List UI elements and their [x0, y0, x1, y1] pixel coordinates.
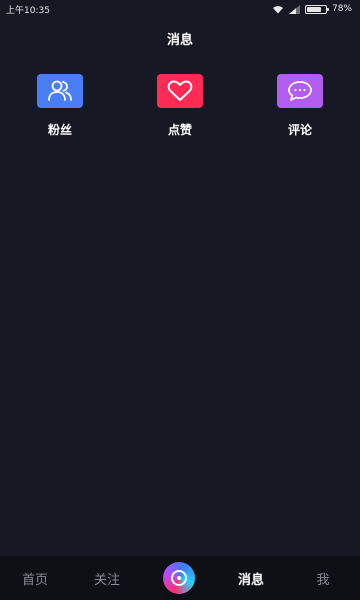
comments-label: 评论: [287, 123, 312, 137]
tab-messages-label: 消息: [237, 572, 264, 588]
camera-button[interactable]: [163, 562, 195, 594]
status-time: 上午10:35: [6, 5, 50, 16]
camera-icon: [171, 570, 187, 586]
tab-following-label: 关注: [93, 572, 120, 588]
likes-label: 点赞: [167, 123, 192, 137]
battery-level: [306, 6, 322, 12]
status-bar: 上午10:35 78%: [0, 0, 360, 18]
signal-icon: [288, 4, 300, 14]
bottom-tab-bar: 首页 关注 消息 我: [0, 556, 360, 600]
page-title: 消息: [166, 32, 193, 48]
tab-me-label: 我: [316, 572, 330, 588]
message-categories: 粉丝 点赞 评论: [0, 74, 360, 144]
battery-icon: [304, 4, 329, 14]
header: 消息: [0, 18, 360, 58]
camera-dot: [177, 576, 181, 580]
tab-home-label: 首页: [21, 572, 48, 588]
tab-home[interactable]: 首页: [10, 556, 60, 600]
heart-icon: [157, 74, 203, 108]
tab-messages[interactable]: 消息: [226, 556, 276, 600]
fans-entry[interactable]: 粉丝: [20, 74, 100, 138]
comment-icon: [277, 74, 323, 108]
fans-icon: [37, 74, 83, 108]
wifi-icon: [272, 5, 283, 13]
likes-entry[interactable]: 点赞: [140, 74, 220, 138]
comments-entry[interactable]: 评论: [260, 74, 340, 138]
battery-percent: 78%: [331, 4, 352, 14]
status-indicators: 78%: [272, 4, 352, 14]
fans-label: 粉丝: [47, 123, 72, 137]
tab-me[interactable]: 我: [303, 556, 343, 600]
tab-following[interactable]: 关注: [82, 556, 132, 600]
